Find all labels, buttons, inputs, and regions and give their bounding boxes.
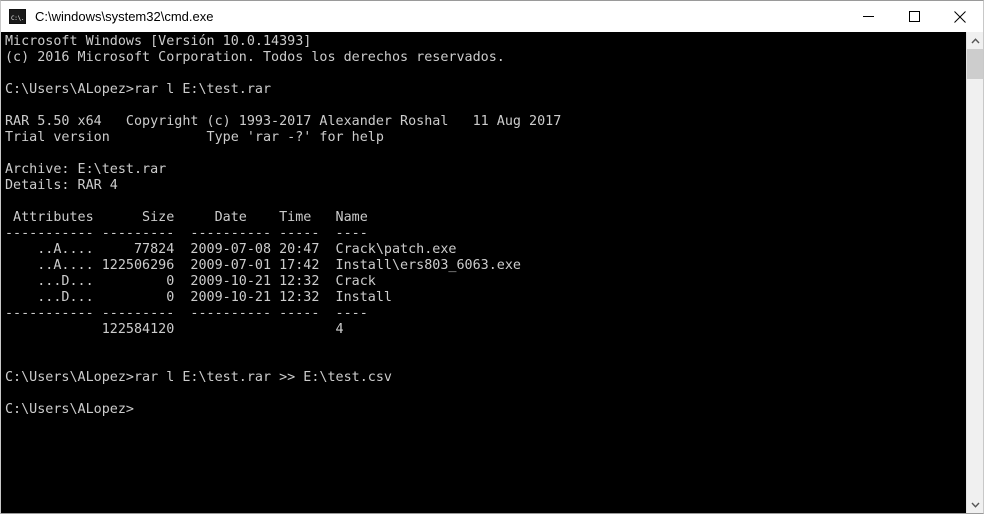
- maximize-icon: [908, 11, 920, 22]
- chevron-up-icon: [970, 37, 980, 43]
- maximize-button[interactable]: [891, 1, 937, 32]
- console-text: Microsoft Windows [Versión 10.0.14393] (…: [5, 34, 562, 417]
- cmd-console-icon-glyph: C:\.: [10, 14, 25, 23]
- cmd-console-icon: C:\.: [9, 9, 26, 24]
- minimize-button[interactable]: [845, 1, 891, 32]
- scroll-down-button[interactable]: [967, 496, 983, 513]
- scrollbar-track[interactable]: [967, 49, 983, 496]
- close-button[interactable]: [937, 1, 983, 32]
- window-title: C:\windows\system32\cmd.exe: [35, 9, 214, 24]
- scrollbar-thumb[interactable]: [967, 49, 983, 79]
- scroll-up-button[interactable]: [967, 32, 983, 49]
- chevron-down-icon: [970, 502, 980, 508]
- cmd-window: C:\. C:\windows\system32\cmd.exe Microso…: [0, 0, 984, 514]
- title-bar-left: C:\. C:\windows\system32\cmd.exe: [1, 9, 845, 24]
- console-output-area[interactable]: Microsoft Windows [Versión 10.0.14393] (…: [1, 32, 983, 513]
- vertical-scrollbar[interactable]: [966, 32, 983, 513]
- close-icon: [954, 10, 966, 23]
- minimize-icon: [862, 16, 874, 17]
- window-controls: [845, 1, 983, 32]
- title-bar[interactable]: C:\. C:\windows\system32\cmd.exe: [1, 1, 983, 32]
